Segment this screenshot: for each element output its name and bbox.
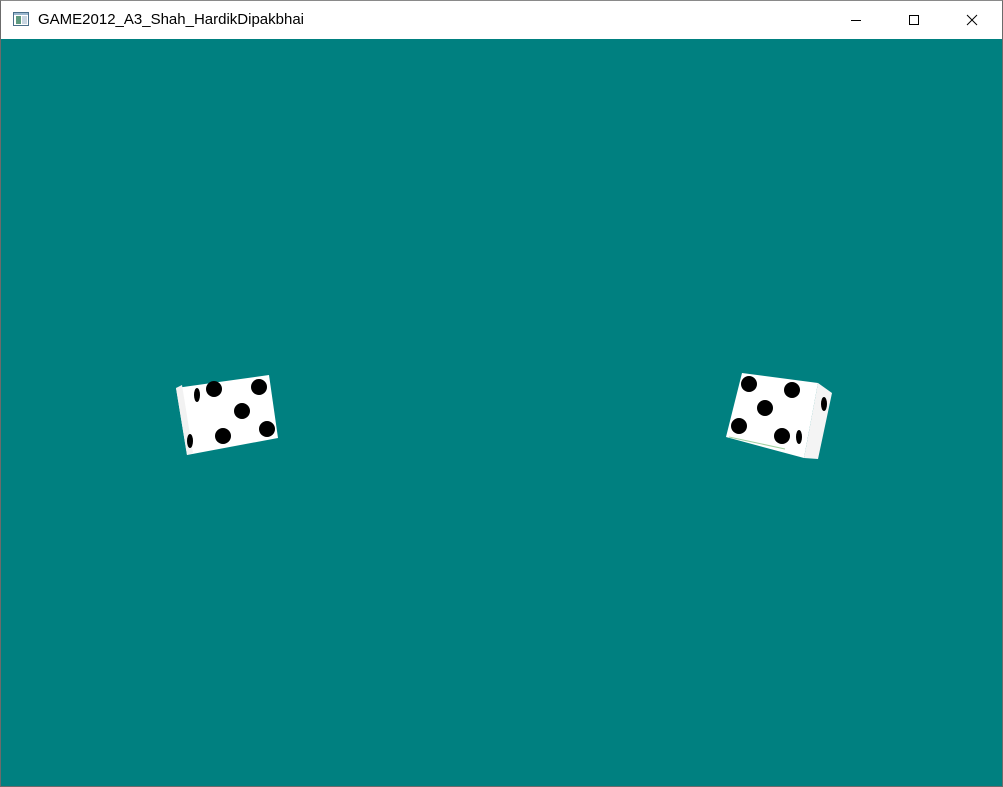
right-die-side-pip bbox=[821, 397, 827, 411]
app-window: GAME2012_A3_Shah_HardikDipakbhai bbox=[0, 0, 1003, 787]
right-die-pip bbox=[774, 428, 790, 444]
right-die-side-pip bbox=[796, 430, 802, 444]
right-die-pip bbox=[757, 400, 773, 416]
left-die-side-pip bbox=[194, 388, 200, 402]
left-die-pip bbox=[206, 381, 222, 397]
scene-background bbox=[1, 39, 1002, 786]
title-bar[interactable]: GAME2012_A3_Shah_HardikDipakbhai bbox=[1, 1, 1002, 39]
left-die-pip bbox=[259, 421, 275, 437]
game-viewport[interactable] bbox=[1, 39, 1002, 786]
right-die-pip bbox=[731, 418, 747, 434]
left-die-pip bbox=[234, 403, 250, 419]
left-die-side-pip bbox=[187, 434, 193, 448]
window-title: GAME2012_A3_Shah_HardikDipakbhai bbox=[38, 11, 305, 28]
close-button[interactable] bbox=[943, 1, 1001, 39]
maximize-button[interactable] bbox=[885, 1, 943, 39]
left-die-pip bbox=[251, 379, 267, 395]
app-window-icon bbox=[13, 12, 29, 26]
right-die-pip bbox=[741, 376, 757, 392]
left-die-pip bbox=[215, 428, 231, 444]
minimize-icon bbox=[850, 14, 862, 26]
maximize-icon bbox=[908, 14, 920, 26]
close-icon bbox=[966, 14, 978, 26]
minimize-button[interactable] bbox=[827, 1, 885, 39]
right-die-pip bbox=[784, 382, 800, 398]
